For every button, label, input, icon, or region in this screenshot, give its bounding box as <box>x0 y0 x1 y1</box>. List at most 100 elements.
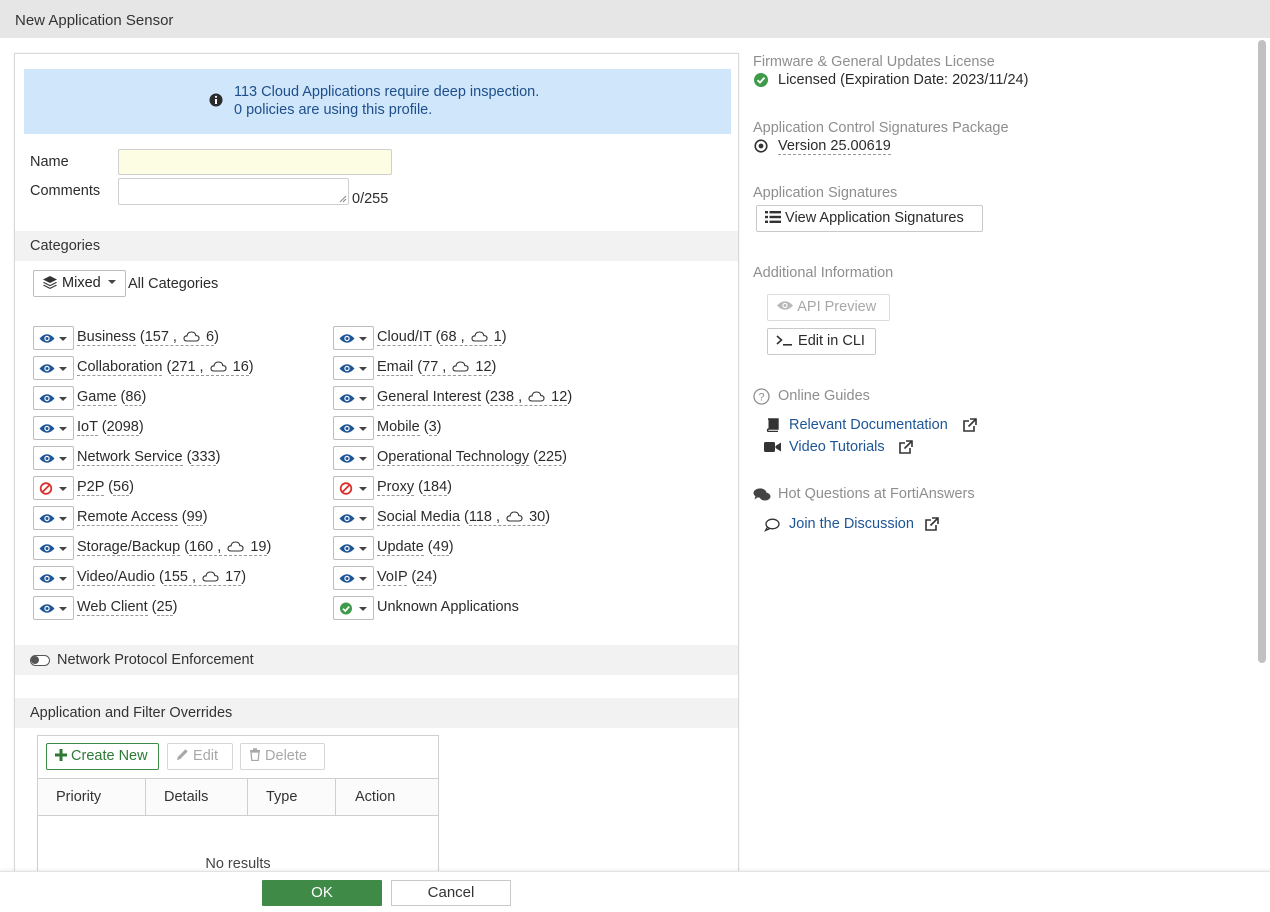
category-name[interactable]: Game <box>77 389 117 406</box>
category-count[interactable]: 68 , 1 <box>440 329 502 346</box>
vertical-scrollbar[interactable] <box>1258 40 1266 663</box>
category-count[interactable]: 49 <box>432 539 449 556</box>
category-count[interactable]: 2098 <box>106 419 139 436</box>
edit-in-cli-button[interactable]: Edit in CLI <box>767 328 876 355</box>
column-header-type[interactable]: Type <box>266 779 297 816</box>
chevron-down-icon <box>107 280 116 284</box>
category-count[interactable]: 77 , 12 <box>422 359 492 376</box>
category-action-dropdown[interactable] <box>333 386 374 410</box>
category-name[interactable]: General Interest <box>377 389 481 406</box>
chevron-down-icon <box>59 517 67 521</box>
category-count[interactable]: 155 , 17 <box>163 569 242 586</box>
create-new-button[interactable]: Create New <box>46 743 159 770</box>
external-link-icon[interactable] <box>898 440 913 455</box>
video-tutorials-link[interactable]: Video Tutorials <box>789 439 885 455</box>
column-header-action[interactable]: Action <box>355 779 395 816</box>
category-action-dropdown[interactable] <box>333 446 374 470</box>
category-count[interactable]: 99 <box>186 509 203 526</box>
category-action-dropdown[interactable] <box>33 476 74 500</box>
category-count[interactable]: 225 <box>537 449 563 466</box>
category-name[interactable]: Cloud/IT <box>377 329 432 346</box>
column-header-details[interactable]: Details <box>164 779 208 816</box>
category-count[interactable]: 184 <box>422 479 448 496</box>
category-action-dropdown[interactable] <box>33 326 74 350</box>
mixed-action-dropdown[interactable]: Mixed <box>33 270 126 297</box>
category-count[interactable]: 118 , 30 <box>468 509 546 526</box>
category-action-dropdown[interactable] <box>333 536 374 560</box>
category-count[interactable]: 56 <box>113 479 130 496</box>
resize-grip-icon[interactable] <box>339 195 347 203</box>
category-action-dropdown[interactable] <box>33 356 74 380</box>
ok-button[interactable]: OK <box>262 880 382 906</box>
category-name[interactable]: Social Media <box>377 509 461 526</box>
category-name[interactable]: Video/Audio <box>77 569 155 586</box>
check-circle-icon <box>754 73 768 87</box>
cloud-icon <box>506 511 523 522</box>
category-name[interactable]: Storage/Backup <box>77 539 181 556</box>
external-link-icon[interactable] <box>924 517 939 532</box>
category-action-dropdown[interactable] <box>33 566 74 590</box>
external-link-icon[interactable] <box>962 418 977 433</box>
category-action-dropdown[interactable] <box>33 446 74 470</box>
view-signatures-button[interactable]: View Application Signatures <box>756 205 983 232</box>
category-name[interactable]: Operational Technology <box>377 449 530 466</box>
category-count[interactable]: 160 , 19 <box>189 539 267 556</box>
category-count[interactable]: 238 , 12 <box>489 389 568 406</box>
comments-textarea[interactable] <box>118 178 349 205</box>
column-header-priority[interactable]: Priority <box>56 779 101 816</box>
category-action-dropdown[interactable] <box>333 566 374 590</box>
category-action-dropdown[interactable] <box>33 596 74 620</box>
chevron-down-icon <box>359 457 367 461</box>
delete-label: Delete <box>265 748 307 764</box>
book-icon <box>766 418 779 432</box>
package-version[interactable]: Version 25.00619 <box>778 138 891 155</box>
category-count[interactable]: 271 , 16 <box>171 359 249 376</box>
category-name[interactable]: VoIP <box>377 569 408 586</box>
category-action-dropdown[interactable] <box>33 386 74 410</box>
category-name[interactable]: Collaboration <box>77 359 163 376</box>
join-discussion-link[interactable]: Join the Discussion <box>789 516 914 532</box>
chevron-down-icon <box>59 577 67 581</box>
package-heading: Application Control Signatures Package <box>753 120 1009 136</box>
category-action-dropdown[interactable] <box>333 356 374 380</box>
cloud-icon <box>528 391 545 402</box>
category-name[interactable]: Mobile <box>377 419 420 436</box>
category-name[interactable]: Web Client <box>77 599 148 616</box>
api-preview-button[interactable]: API Preview <box>767 294 890 321</box>
category-count[interactable]: 24 <box>416 569 433 586</box>
empty-state-text: No results <box>205 856 271 872</box>
category-name[interactable]: Update <box>377 539 424 556</box>
category-action-dropdown[interactable] <box>333 326 374 350</box>
eye-icon <box>39 454 55 463</box>
name-input[interactable] <box>118 149 392 175</box>
eye-icon <box>39 514 55 523</box>
category-name[interactable]: Network Service <box>77 449 183 466</box>
info-banner: 113 Cloud Applications require deep insp… <box>24 69 731 134</box>
category-action-dropdown[interactable] <box>333 506 374 530</box>
chevron-down-icon <box>59 397 67 401</box>
category-count[interactable]: 333 <box>191 449 216 466</box>
chevron-down-icon <box>359 487 367 491</box>
relevant-documentation-link[interactable]: Relevant Documentation <box>789 417 948 433</box>
category-action-dropdown[interactable] <box>333 476 374 500</box>
category-count[interactable]: 3 <box>428 419 437 436</box>
cancel-button[interactable]: Cancel <box>391 880 511 906</box>
category-action-dropdown[interactable] <box>33 506 74 530</box>
category-count[interactable]: 157 , 6 <box>144 329 215 346</box>
delete-button[interactable]: Delete <box>240 743 325 770</box>
category-name[interactable]: IoT <box>77 419 98 436</box>
category-name[interactable]: Business <box>77 329 136 346</box>
category-name[interactable]: P2P <box>77 479 105 496</box>
category-action-dropdown[interactable] <box>33 416 74 440</box>
category-action-dropdown[interactable] <box>333 596 374 620</box>
category-name[interactable]: Remote Access <box>77 509 178 526</box>
eye-icon <box>39 334 55 343</box>
protocol-enforcement-toggle[interactable] <box>30 655 50 666</box>
edit-button[interactable]: Edit <box>167 743 233 770</box>
category-name[interactable]: Email <box>377 359 414 376</box>
category-count[interactable]: 25 <box>156 599 173 616</box>
category-action-dropdown[interactable] <box>333 416 374 440</box>
category-action-dropdown[interactable] <box>33 536 74 560</box>
category-count[interactable]: 86 <box>125 389 142 406</box>
category-name[interactable]: Proxy <box>377 479 415 496</box>
